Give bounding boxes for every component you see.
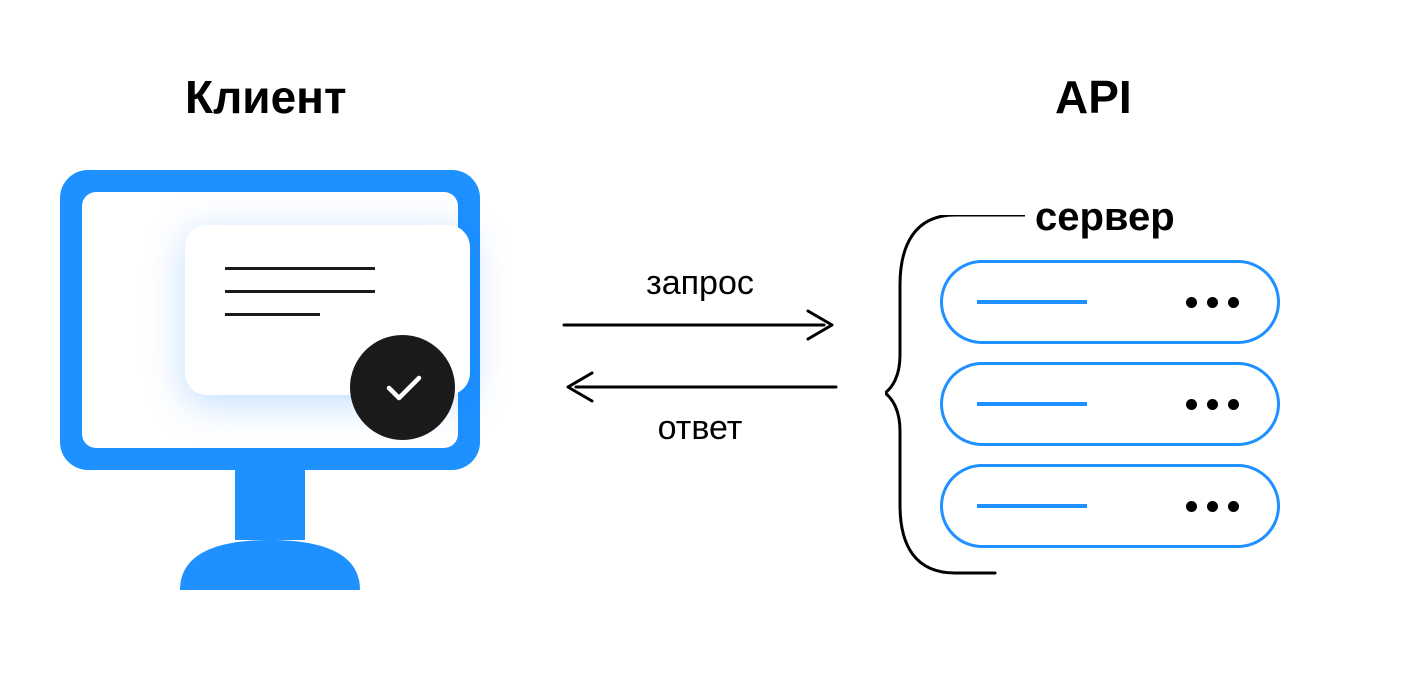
server-bar-icon xyxy=(977,402,1087,406)
server-node-icon xyxy=(940,362,1280,446)
client-title: Клиент xyxy=(185,70,346,124)
api-diagram: Клиент API запрос xyxy=(0,0,1418,696)
server-node-icon xyxy=(940,464,1280,548)
response-label: ответ xyxy=(560,409,840,448)
response-arrow-icon xyxy=(560,369,840,405)
text-line-icon xyxy=(225,313,320,316)
server-node-icon xyxy=(940,260,1280,344)
text-line-icon xyxy=(225,290,375,293)
server-dots-icon xyxy=(1186,501,1239,512)
server-bar-icon xyxy=(977,504,1087,508)
text-line-icon xyxy=(225,267,375,270)
request-response-arrows: запрос ответ xyxy=(560,260,840,452)
server-label: сервер xyxy=(1035,195,1175,240)
server-stack xyxy=(940,260,1280,548)
server-bar-icon xyxy=(977,300,1087,304)
checkmark-badge-icon xyxy=(350,335,455,440)
api-title: API xyxy=(1055,70,1132,124)
server-dots-icon xyxy=(1186,297,1239,308)
server-dots-icon xyxy=(1186,399,1239,410)
request-label: запрос xyxy=(560,264,840,303)
request-arrow-icon xyxy=(560,307,840,343)
